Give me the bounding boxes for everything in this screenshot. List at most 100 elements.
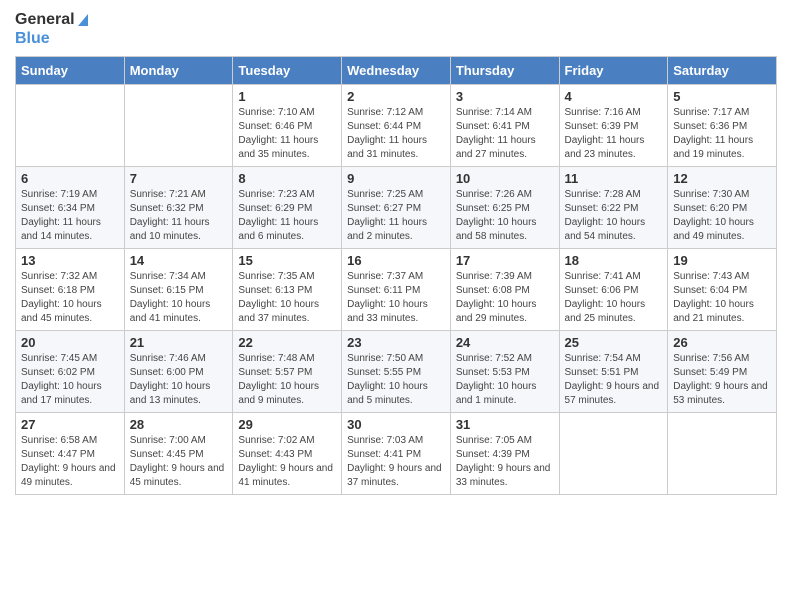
day-number: 31 (456, 417, 554, 432)
calendar-cell: 28 Sunrise: 7:00 AM Sunset: 4:45 PM Dayli… (124, 413, 233, 495)
day-info: Sunrise: 7:45 AM Sunset: 6:02 PM Dayligh… (21, 352, 119, 408)
calendar-cell: 2 Sunrise: 7:12 AM Sunset: 6:44 PM Daylig… (342, 85, 451, 167)
calendar-day-header: Thursday (450, 57, 559, 85)
day-info: Sunrise: 7:52 AM Sunset: 5:53 PM Dayligh… (456, 352, 554, 408)
day-info: Sunrise: 7:25 AM Sunset: 6:27 PM Dayligh… (347, 188, 445, 244)
day-number: 25 (565, 335, 663, 350)
day-number: 19 (673, 253, 771, 268)
day-number: 13 (21, 253, 119, 268)
day-number: 18 (565, 253, 663, 268)
calendar-cell: 10 Sunrise: 7:26 AM Sunset: 6:25 PM Dayli… (450, 167, 559, 249)
day-info: Sunrise: 7:32 AM Sunset: 6:18 PM Dayligh… (21, 270, 119, 326)
day-info: Sunrise: 7:28 AM Sunset: 6:22 PM Dayligh… (565, 188, 663, 244)
day-info: Sunrise: 7:00 AM Sunset: 4:45 PM Dayligh… (130, 434, 228, 490)
day-info: Sunrise: 7:05 AM Sunset: 4:39 PM Dayligh… (456, 434, 554, 490)
calendar-cell: 29 Sunrise: 7:02 AM Sunset: 4:43 PM Dayli… (233, 413, 342, 495)
calendar-cell: 16 Sunrise: 7:37 AM Sunset: 6:11 PM Dayli… (342, 249, 451, 331)
calendar-cell: 23 Sunrise: 7:50 AM Sunset: 5:55 PM Dayli… (342, 331, 451, 413)
calendar-cell: 25 Sunrise: 7:54 AM Sunset: 5:51 PM Dayli… (559, 331, 668, 413)
day-info: Sunrise: 7:16 AM Sunset: 6:39 PM Dayligh… (565, 106, 663, 162)
calendar-cell: 26 Sunrise: 7:56 AM Sunset: 5:49 PM Dayli… (668, 331, 777, 413)
calendar-cell (559, 413, 668, 495)
day-number: 5 (673, 89, 771, 104)
day-info: Sunrise: 6:58 AM Sunset: 4:47 PM Dayligh… (21, 434, 119, 490)
day-number: 6 (21, 171, 119, 186)
calendar-week-row: 27 Sunrise: 6:58 AM Sunset: 4:47 PM Dayli… (16, 413, 777, 495)
day-number: 9 (347, 171, 445, 186)
calendar-cell: 17 Sunrise: 7:39 AM Sunset: 6:08 PM Dayli… (450, 249, 559, 331)
calendar-table: SundayMondayTuesdayWednesdayThursdayFrid… (15, 56, 777, 495)
day-info: Sunrise: 7:02 AM Sunset: 4:43 PM Dayligh… (238, 434, 336, 490)
calendar-cell: 11 Sunrise: 7:28 AM Sunset: 6:22 PM Dayli… (559, 167, 668, 249)
day-info: Sunrise: 7:54 AM Sunset: 5:51 PM Dayligh… (565, 352, 663, 408)
calendar-week-row: 13 Sunrise: 7:32 AM Sunset: 6:18 PM Dayli… (16, 249, 777, 331)
calendar-day-header: Monday (124, 57, 233, 85)
day-info: Sunrise: 7:37 AM Sunset: 6:11 PM Dayligh… (347, 270, 445, 326)
day-number: 28 (130, 417, 228, 432)
day-number: 30 (347, 417, 445, 432)
day-number: 27 (21, 417, 119, 432)
calendar-cell: 8Sunrise: 7:23 AM Sunset: 6:29 PM Daylig… (233, 167, 342, 249)
day-number: 21 (130, 335, 228, 350)
day-info: Sunrise: 7:03 AM Sunset: 4:41 PM Dayligh… (347, 434, 445, 490)
day-info: Sunrise: 7:46 AM Sunset: 6:00 PM Dayligh… (130, 352, 228, 408)
day-info: Sunrise: 7:48 AM Sunset: 5:57 PM Dayligh… (238, 352, 336, 408)
day-number: 22 (238, 335, 336, 350)
day-number: 2 (347, 89, 445, 104)
calendar-day-header: Tuesday (233, 57, 342, 85)
page-header: General Blue (15, 10, 777, 48)
day-number: 1 (238, 89, 336, 104)
calendar-week-row: 20 Sunrise: 7:45 AM Sunset: 6:02 PM Dayli… (16, 331, 777, 413)
calendar-cell: 13 Sunrise: 7:32 AM Sunset: 6:18 PM Dayli… (16, 249, 125, 331)
logo: General Blue (15, 10, 88, 48)
day-number: 8 (238, 171, 336, 186)
calendar-day-header: Wednesday (342, 57, 451, 85)
day-number: 12 (673, 171, 771, 186)
day-number: 11 (565, 171, 663, 186)
calendar-cell (124, 85, 233, 167)
day-number: 20 (21, 335, 119, 350)
day-info: Sunrise: 7:26 AM Sunset: 6:25 PM Dayligh… (456, 188, 554, 244)
day-number: 26 (673, 335, 771, 350)
calendar-cell: 27 Sunrise: 6:58 AM Sunset: 4:47 PM Dayli… (16, 413, 125, 495)
calendar-cell: 3 Sunrise: 7:14 AM Sunset: 6:41 PM Daylig… (450, 85, 559, 167)
calendar-header-row: SundayMondayTuesdayWednesdayThursdayFrid… (16, 57, 777, 85)
day-number: 10 (456, 171, 554, 186)
day-number: 29 (238, 417, 336, 432)
day-info: Sunrise: 7:41 AM Sunset: 6:06 PM Dayligh… (565, 270, 663, 326)
day-number: 7 (130, 171, 228, 186)
day-number: 4 (565, 89, 663, 104)
calendar-day-header: Saturday (668, 57, 777, 85)
calendar-cell: 31 Sunrise: 7:05 AM Sunset: 4:39 PM Dayli… (450, 413, 559, 495)
day-number: 3 (456, 89, 554, 104)
day-number: 23 (347, 335, 445, 350)
calendar-cell: 24 Sunrise: 7:52 AM Sunset: 5:53 PM Dayli… (450, 331, 559, 413)
day-number: 14 (130, 253, 228, 268)
calendar-cell: 21 Sunrise: 7:46 AM Sunset: 6:00 PM Dayli… (124, 331, 233, 413)
calendar-cell: 14 Sunrise: 7:34 AM Sunset: 6:15 PM Dayli… (124, 249, 233, 331)
calendar-cell: 20 Sunrise: 7:45 AM Sunset: 6:02 PM Dayli… (16, 331, 125, 413)
calendar-cell: 18 Sunrise: 7:41 AM Sunset: 6:06 PM Dayli… (559, 249, 668, 331)
calendar-cell: 12 Sunrise: 7:30 AM Sunset: 6:20 PM Dayli… (668, 167, 777, 249)
day-info: Sunrise: 7:10 AM Sunset: 6:46 PM Dayligh… (238, 106, 336, 162)
day-info: Sunrise: 7:50 AM Sunset: 5:55 PM Dayligh… (347, 352, 445, 408)
calendar-day-header: Friday (559, 57, 668, 85)
calendar-cell: 5Sunrise: 7:17 AM Sunset: 6:36 PM Daylig… (668, 85, 777, 167)
day-info: Sunrise: 7:14 AM Sunset: 6:41 PM Dayligh… (456, 106, 554, 162)
day-info: Sunrise: 7:21 AM Sunset: 6:32 PM Dayligh… (130, 188, 228, 244)
day-info: Sunrise: 7:12 AM Sunset: 6:44 PM Dayligh… (347, 106, 445, 162)
day-number: 15 (238, 253, 336, 268)
calendar-cell: 6Sunrise: 7:19 AM Sunset: 6:34 PM Daylig… (16, 167, 125, 249)
day-number: 24 (456, 335, 554, 350)
calendar-cell: 4 Sunrise: 7:16 AM Sunset: 6:39 PM Daylig… (559, 85, 668, 167)
day-info: Sunrise: 7:56 AM Sunset: 5:49 PM Dayligh… (673, 352, 771, 408)
day-number: 16 (347, 253, 445, 268)
calendar-day-header: Sunday (16, 57, 125, 85)
day-number: 17 (456, 253, 554, 268)
day-info: Sunrise: 7:30 AM Sunset: 6:20 PM Dayligh… (673, 188, 771, 244)
day-info: Sunrise: 7:34 AM Sunset: 6:15 PM Dayligh… (130, 270, 228, 326)
day-info: Sunrise: 7:43 AM Sunset: 6:04 PM Dayligh… (673, 270, 771, 326)
calendar-cell: 1 Sunrise: 7:10 AM Sunset: 6:46 PM Daylig… (233, 85, 342, 167)
day-info: Sunrise: 7:39 AM Sunset: 6:08 PM Dayligh… (456, 270, 554, 326)
calendar-cell: 9 Sunrise: 7:25 AM Sunset: 6:27 PM Daylig… (342, 167, 451, 249)
